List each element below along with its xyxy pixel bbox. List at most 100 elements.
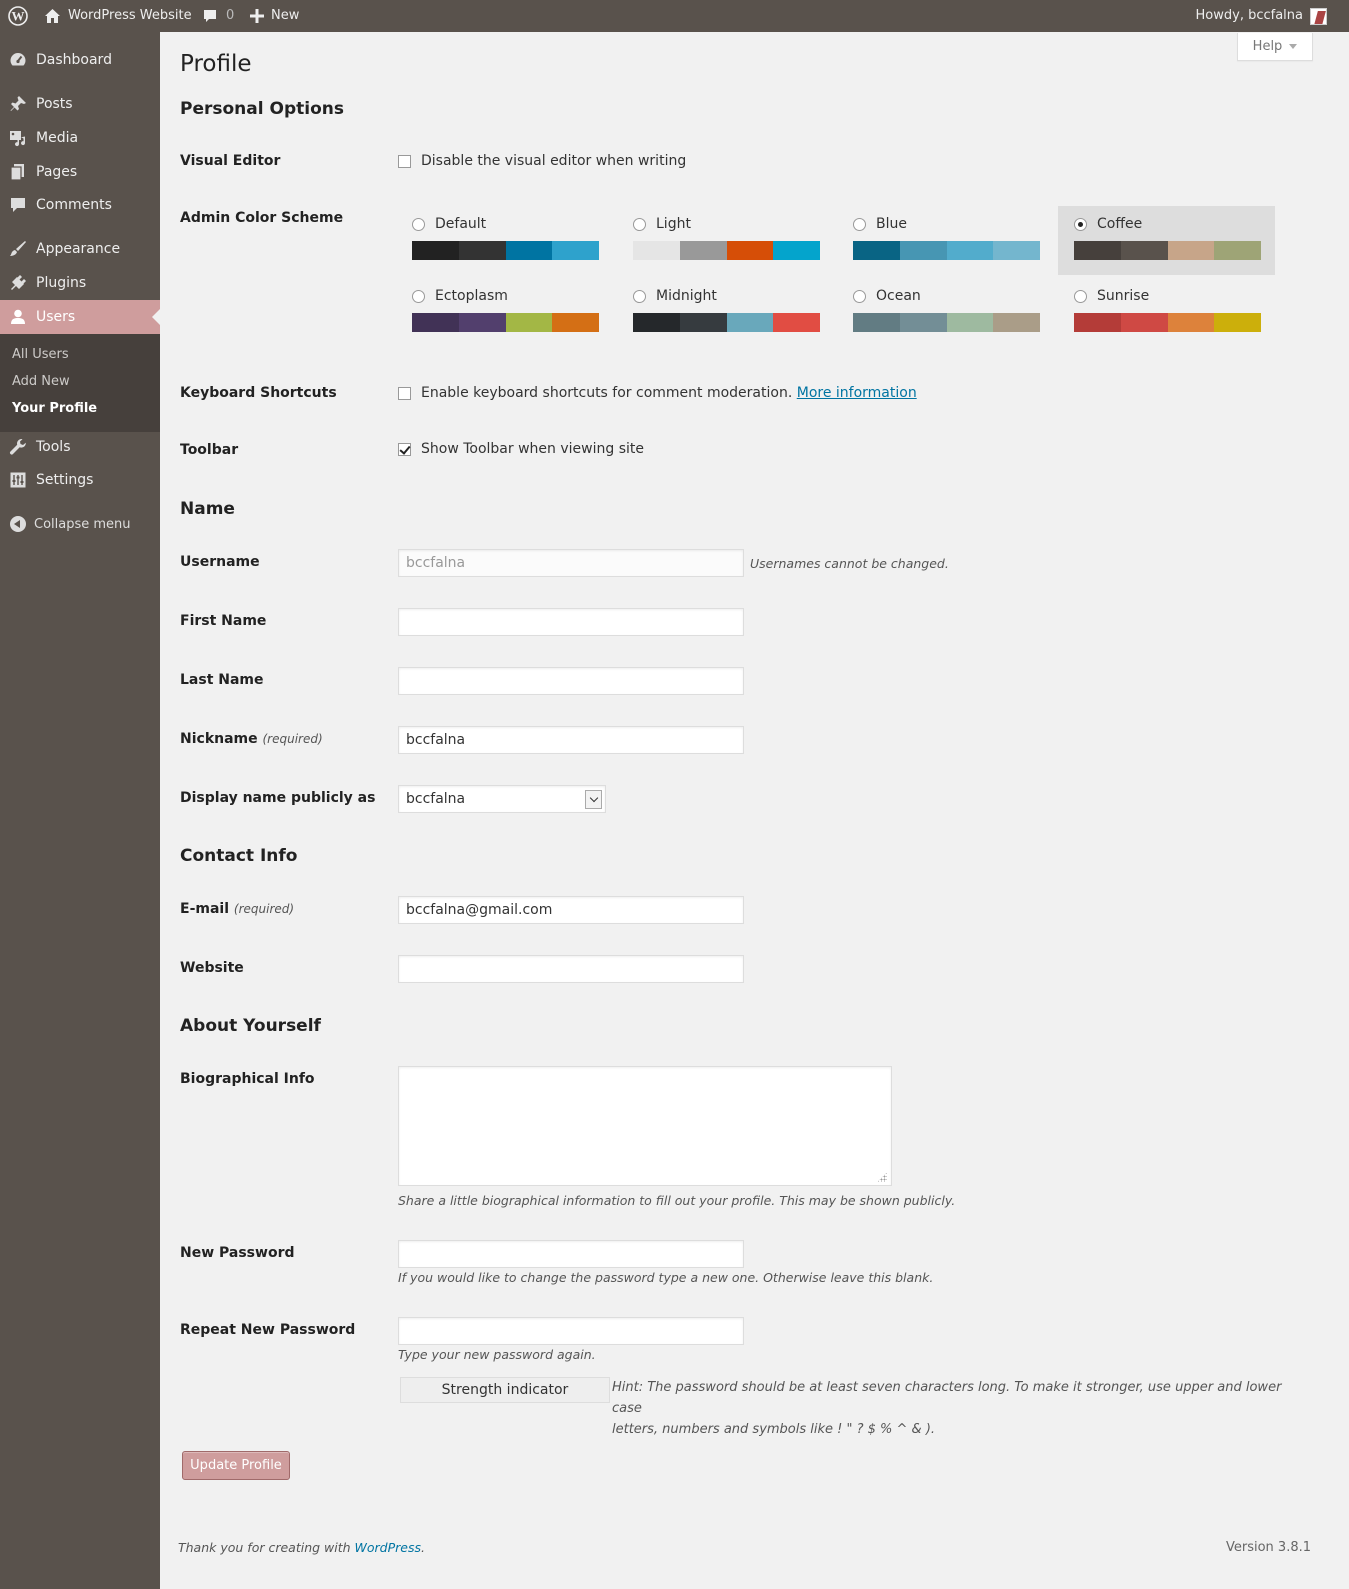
color-swatch [773, 313, 820, 332]
color-swatch [1167, 241, 1215, 260]
last-name-input[interactable] [398, 667, 744, 695]
color-swatch [552, 313, 599, 332]
menu-plugins[interactable]: Plugins [0, 266, 160, 300]
more-information-link[interactable]: More information [797, 385, 917, 401]
keyboard-shortcuts-checkbox[interactable] [398, 386, 411, 400]
keyboard-shortcuts-text[interactable]: Enable keyboard shortcuts for comment mo… [421, 385, 792, 401]
menu-tools[interactable]: Tools [0, 430, 160, 464]
pin-icon [8, 94, 28, 114]
menu-label: Plugins [36, 275, 87, 291]
wordpress-logo-icon[interactable]: W [8, 0, 28, 32]
help-tab-button[interactable]: Help [1237, 33, 1313, 61]
new-password-input[interactable] [398, 1240, 744, 1268]
color-swatch [946, 313, 994, 332]
collapse-label: Collapse menu [34, 516, 131, 532]
color-scheme-option[interactable]: Sunrise [1058, 278, 1275, 347]
color-swatch [899, 313, 947, 332]
color-scheme-label: Light [633, 216, 691, 232]
color-swatch [1214, 313, 1261, 332]
color-swatch [679, 241, 727, 260]
color-scheme-radio[interactable] [412, 217, 425, 231]
comment-icon [8, 195, 28, 215]
color-scheme-radio[interactable] [853, 289, 866, 303]
website-input[interactable] [398, 955, 744, 983]
color-scheme-label: Ectoplasm [412, 288, 508, 304]
color-scheme-label: Admin Color Scheme [180, 210, 344, 226]
section-personal-options: Personal Options [180, 99, 344, 119]
color-scheme-option[interactable]: Ectoplasm [396, 278, 613, 347]
submenu-add-new[interactable]: Add New [12, 374, 70, 389]
site-name-link[interactable]: WordPress Website [44, 0, 192, 32]
menu-pages[interactable]: Pages [0, 155, 160, 189]
color-scheme-radio[interactable] [853, 217, 866, 231]
color-scheme-option[interactable]: Midnight [617, 278, 834, 347]
color-scheme-radio[interactable] [633, 289, 646, 303]
update-profile-button[interactable]: Update Profile [182, 1451, 290, 1480]
color-swatch [726, 241, 774, 260]
menu-settings[interactable]: Settings [0, 463, 160, 497]
repeat-password-input[interactable] [398, 1317, 744, 1345]
email-input[interactable]: bccfalna@gmail.com [398, 896, 744, 924]
color-swatches [633, 313, 820, 332]
color-swatch [1120, 313, 1168, 332]
collapse-menu-button[interactable]: Collapse menu [0, 512, 131, 536]
first-name-input[interactable] [398, 608, 744, 636]
repeat-password-label: Repeat New Password [180, 1322, 356, 1338]
main-content: Help Profile Personal Options Visual Edi… [160, 32, 1349, 1589]
toolbar-text[interactable]: Show Toolbar when viewing site [421, 441, 644, 457]
comments-count: 0 [226, 8, 235, 23]
color-scheme-option[interactable]: Blue [837, 206, 1054, 275]
menu-comments[interactable]: Comments [0, 188, 160, 222]
submenu-your-profile[interactable]: Your Profile [12, 401, 97, 416]
menu-label: Users [36, 309, 76, 325]
color-scheme-radio[interactable] [633, 217, 646, 231]
nickname-input[interactable]: bccfalna [398, 726, 744, 754]
repeat-password-description: Type your new password again. [398, 1347, 596, 1362]
color-swatch [1074, 241, 1121, 260]
bio-textarea[interactable] [398, 1066, 892, 1186]
color-scheme-option[interactable]: Default [396, 206, 613, 275]
color-scheme-option[interactable]: Ocean [837, 278, 1054, 347]
my-account-link[interactable]: Howdy, bccfalna [1196, 0, 1327, 32]
color-scheme-option[interactable]: Coffee [1058, 206, 1275, 275]
bio-description: Share a little biographical information … [398, 1193, 956, 1208]
new-content-link[interactable]: New [250, 0, 299, 32]
visual-editor-text[interactable]: Disable the visual editor when writing [421, 153, 686, 169]
color-scheme-name: Ocean [876, 288, 921, 304]
color-swatch [1167, 313, 1215, 332]
menu-label: Settings [36, 472, 94, 488]
color-scheme-label: Default [412, 216, 486, 232]
wordpress-link[interactable]: WordPress [355, 1540, 421, 1555]
menu-label: Posts [36, 96, 73, 112]
color-scheme-radio[interactable] [412, 289, 425, 303]
required-note: (required) [233, 902, 295, 916]
color-scheme-radio[interactable] [1074, 217, 1087, 231]
menu-users[interactable]: Users [0, 300, 160, 334]
resize-grip-icon[interactable] [877, 1172, 887, 1182]
menu-posts[interactable]: Posts [0, 87, 160, 121]
color-scheme-option[interactable]: Light [617, 206, 834, 275]
brush-icon [8, 239, 28, 259]
color-scheme-radio[interactable] [1074, 289, 1087, 303]
plus-icon [250, 9, 264, 23]
media-icon [8, 128, 28, 148]
color-swatches [633, 241, 820, 260]
keyboard-shortcuts-option: Enable keyboard shortcuts for comment mo… [398, 385, 917, 401]
username-input: bccfalna [398, 549, 744, 577]
color-swatch [458, 241, 506, 260]
color-swatch [1120, 241, 1168, 260]
comments-link[interactable]: 0 [202, 0, 234, 32]
menu-dashboard[interactable]: Dashboard [0, 43, 160, 77]
color-swatch [505, 241, 553, 260]
display-name-select[interactable]: bccfalna [398, 785, 606, 813]
new-password-label: New Password [180, 1245, 295, 1261]
menu-appearance[interactable]: Appearance [0, 232, 160, 266]
color-swatch [679, 313, 727, 332]
show-toolbar-checkbox[interactable] [398, 442, 411, 456]
color-scheme-label: Ocean [853, 288, 921, 304]
disable-visual-editor-checkbox[interactable] [398, 154, 411, 168]
color-swatch [1074, 313, 1121, 332]
menu-media[interactable]: Media [0, 121, 160, 155]
submenu-all-users[interactable]: All Users [12, 347, 69, 362]
color-scheme-label: Midnight [633, 288, 717, 304]
